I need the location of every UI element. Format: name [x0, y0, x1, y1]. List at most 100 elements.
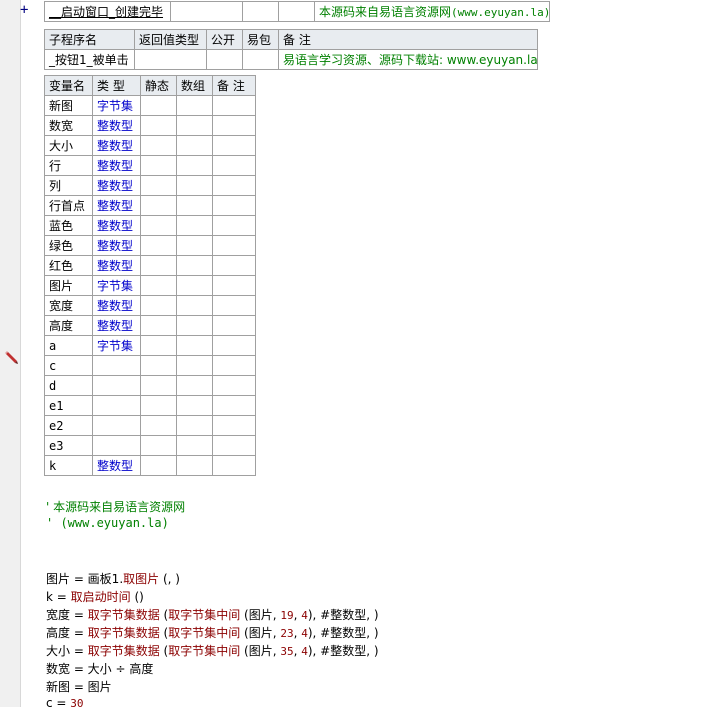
variable-row[interactable]: 绿色 整数型: [44, 235, 256, 256]
code-line[interactable]: 大小 = 取字节集数据 (取字节集中间 (图片, 35, 4), #整数型, ): [46, 642, 379, 659]
sub-name-cell[interactable]: _按钮1_被单击: [44, 49, 135, 70]
var-note-cell[interactable]: [212, 435, 256, 456]
var-name-cell[interactable]: 列: [44, 175, 93, 196]
var-array-cell[interactable]: [176, 195, 213, 216]
var-type-cell[interactable]: [92, 415, 141, 436]
sub-note-cell[interactable]: 易语言学习资源、源码下载站: www.eyuyan.la: [278, 49, 538, 70]
var-static-cell[interactable]: [140, 215, 177, 236]
code-line[interactable]: 数宽 = 大小 ÷ 高度: [46, 660, 153, 677]
var-static-cell[interactable]: [140, 335, 177, 356]
var-type-cell[interactable]: 整数型: [92, 315, 141, 336]
var-note-cell[interactable]: [212, 255, 256, 276]
code-line[interactable]: 图片 = 画板1.取图片 (, ): [46, 570, 180, 587]
variable-row[interactable]: 高度 整数型: [44, 315, 256, 336]
var-note-cell[interactable]: [212, 135, 256, 156]
var-array-cell[interactable]: [176, 135, 213, 156]
var-note-cell[interactable]: [212, 415, 256, 436]
variable-row[interactable]: 行首点 整数型: [44, 195, 256, 216]
var-static-cell[interactable]: [140, 175, 177, 196]
var-static-cell[interactable]: [140, 355, 177, 376]
var-array-cell[interactable]: [176, 395, 213, 416]
var-static-cell[interactable]: [140, 135, 177, 156]
var-type-cell[interactable]: 整数型: [92, 455, 141, 476]
var-note-cell[interactable]: [212, 295, 256, 316]
var-name-cell[interactable]: 宽度: [44, 295, 93, 316]
code-line[interactable]: 宽度 = 取字节集数据 (取字节集中间 (图片, 19, 4), #整数型, ): [46, 606, 379, 623]
var-type-cell[interactable]: 整数型: [92, 175, 141, 196]
var-name-cell[interactable]: 图片: [44, 275, 93, 296]
variable-row[interactable]: 列整数型: [44, 175, 256, 196]
var-array-cell[interactable]: [176, 115, 213, 136]
variable-row[interactable]: 数宽 整数型: [44, 115, 256, 136]
expand-plus-icon[interactable]: +: [20, 2, 28, 18]
var-array-cell[interactable]: [176, 375, 213, 396]
variable-row[interactable]: 新图 字节集: [44, 95, 256, 116]
var-array-cell[interactable]: [176, 95, 213, 116]
var-static-cell[interactable]: [140, 455, 177, 476]
var-name-cell[interactable]: d: [44, 375, 93, 396]
code-line[interactable]: k = 取启动时间 (): [46, 588, 144, 605]
var-type-cell[interactable]: [92, 375, 141, 396]
var-array-cell[interactable]: [176, 335, 213, 356]
var-array-cell[interactable]: [176, 295, 213, 316]
var-type-cell[interactable]: 整数型: [92, 255, 141, 276]
var-type-cell[interactable]: 整数型: [92, 135, 141, 156]
variable-row[interactable]: d: [44, 375, 256, 396]
var-name-cell[interactable]: 大小: [44, 135, 93, 156]
variable-row[interactable]: a 字节集: [44, 335, 256, 356]
sub-name[interactable]: __启动窗口_创建完毕: [44, 1, 171, 22]
var-name-cell[interactable]: 绿色: [44, 235, 93, 256]
var-name-cell[interactable]: 蓝色: [44, 215, 93, 236]
var-static-cell[interactable]: [140, 115, 177, 136]
var-array-cell[interactable]: [176, 355, 213, 376]
var-name-cell[interactable]: a: [44, 335, 93, 356]
var-array-cell[interactable]: [176, 455, 213, 476]
var-note-cell[interactable]: [212, 275, 256, 296]
variable-row[interactable]: k 整数型: [44, 455, 256, 476]
variable-row[interactable]: 图片 字节集: [44, 275, 256, 296]
var-type-cell[interactable]: [92, 435, 141, 456]
var-static-cell[interactable]: [140, 275, 177, 296]
var-static-cell[interactable]: [140, 255, 177, 276]
var-name-cell[interactable]: 数宽: [44, 115, 93, 136]
var-note-cell[interactable]: [212, 235, 256, 256]
var-static-cell[interactable]: [140, 395, 177, 416]
var-static-cell[interactable]: [140, 315, 177, 336]
var-type-cell[interactable]: 整数型: [92, 235, 141, 256]
variable-row[interactable]: 宽度 整数型: [44, 295, 256, 316]
var-note-cell[interactable]: [212, 195, 256, 216]
var-name-cell[interactable]: k: [44, 455, 93, 476]
var-array-cell[interactable]: [176, 175, 213, 196]
variable-row[interactable]: e2: [44, 415, 256, 436]
var-type-cell[interactable]: 整数型: [92, 295, 141, 316]
var-note-cell[interactable]: [212, 175, 256, 196]
var-type-cell[interactable]: 整数型: [92, 195, 141, 216]
var-static-cell[interactable]: [140, 295, 177, 316]
var-note-cell[interactable]: [212, 95, 256, 116]
variable-row[interactable]: e1: [44, 395, 256, 416]
var-static-cell[interactable]: [140, 235, 177, 256]
var-note-cell[interactable]: [212, 335, 256, 356]
code-line[interactable]: 新图 = 图片: [46, 678, 112, 695]
var-note-cell[interactable]: [212, 315, 256, 336]
var-note-cell[interactable]: [212, 395, 256, 416]
var-array-cell[interactable]: [176, 275, 213, 296]
var-array-cell[interactable]: [176, 315, 213, 336]
var-type-cell[interactable]: [92, 395, 141, 416]
var-name-cell[interactable]: c: [44, 355, 93, 376]
var-static-cell[interactable]: [140, 415, 177, 436]
var-note-cell[interactable]: [212, 155, 256, 176]
var-note-cell[interactable]: [212, 455, 256, 476]
var-static-cell[interactable]: [140, 195, 177, 216]
variable-row[interactable]: 蓝色 整数型: [44, 215, 256, 236]
var-array-cell[interactable]: [176, 435, 213, 456]
var-note-cell[interactable]: [212, 115, 256, 136]
var-array-cell[interactable]: [176, 255, 213, 276]
var-name-cell[interactable]: 高度: [44, 315, 93, 336]
var-name-cell[interactable]: 行: [44, 155, 93, 176]
var-name-cell[interactable]: e2: [44, 415, 93, 436]
code-line[interactable]: 高度 = 取字节集数据 (取字节集中间 (图片, 23, 4), #整数型, ): [46, 624, 379, 641]
var-note-cell[interactable]: [212, 215, 256, 236]
variable-row[interactable]: e3: [44, 435, 256, 456]
var-name-cell[interactable]: 行首点: [44, 195, 93, 216]
